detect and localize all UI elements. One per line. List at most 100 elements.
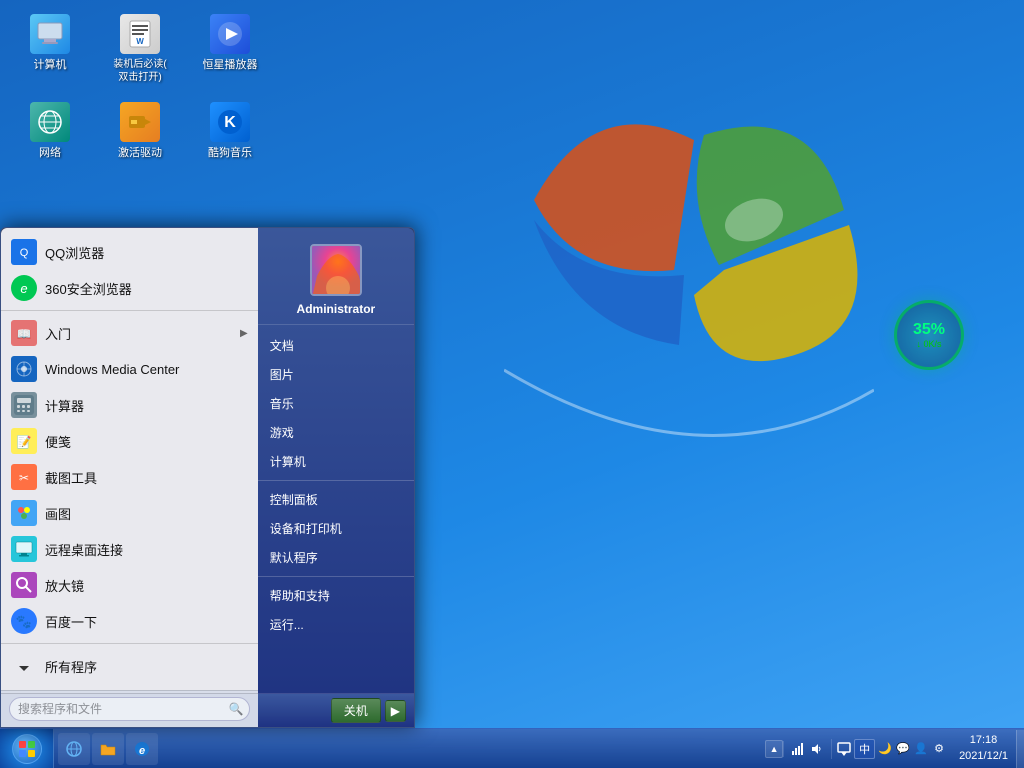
desktop: 计算机 W 装机后必读( 双击打开) 恒星播放器 网络 激活驱动 bbox=[0, 0, 1024, 768]
readme-label: 装机后必读( 双击打开) bbox=[113, 58, 166, 84]
readme-icon-img: W bbox=[120, 14, 160, 54]
start-divider-2 bbox=[1, 643, 258, 644]
rdp-label: 远程桌面连接 bbox=[45, 540, 248, 559]
start-right-games[interactable]: 游戏 bbox=[258, 418, 414, 447]
qq-browser-icon: Q bbox=[11, 239, 37, 265]
tray-network-icon[interactable] bbox=[790, 741, 806, 757]
start-item-intro[interactable]: 📖 入门 ▶ bbox=[1, 315, 258, 351]
start-right-default-programs[interactable]: 默认程序 bbox=[258, 543, 414, 572]
right-divider-2 bbox=[258, 576, 414, 577]
svg-text:📖: 📖 bbox=[17, 327, 32, 341]
svg-text:Q: Q bbox=[20, 247, 29, 259]
user-name: Administrator bbox=[297, 302, 376, 316]
baidu-icon: 🐾 bbox=[11, 608, 37, 634]
taskbar-items: e bbox=[54, 733, 765, 765]
ime-moon-icon[interactable]: 🌙 bbox=[877, 741, 893, 757]
svg-text:e: e bbox=[20, 281, 27, 296]
show-desktop-button[interactable] bbox=[1016, 730, 1024, 768]
desktop-icons: 计算机 W 装机后必读( 双击打开) 恒星播放器 网络 激活驱动 bbox=[10, 10, 270, 164]
360-browser-label: 360安全浏览器 bbox=[45, 279, 248, 298]
sticky-icon: 📝 bbox=[11, 428, 37, 454]
desktop-icon-driver[interactable]: 激活驱动 bbox=[100, 98, 180, 164]
all-programs-icon bbox=[11, 653, 37, 679]
svg-text:🐾: 🐾 bbox=[16, 614, 32, 629]
start-item-qq-browser[interactable]: Q QQ浏览器 bbox=[1, 234, 258, 270]
magnifier-label: 放大镜 bbox=[45, 576, 248, 595]
start-right-run[interactable]: 运行... bbox=[258, 610, 414, 639]
ime-area: 中 🌙 💬 👤 ⚙ bbox=[831, 739, 951, 759]
perf-percent: 35% bbox=[913, 321, 945, 339]
start-item-all-programs[interactable]: 所有程序 bbox=[1, 648, 258, 684]
start-item-rdp[interactable]: 远程桌面连接 bbox=[1, 531, 258, 567]
start-right-devices[interactable]: 设备和打印机 bbox=[258, 514, 414, 543]
perf-widget[interactable]: 35% ↓ 0K/s bbox=[894, 300, 964, 370]
desktop-icon-readme[interactable]: W 装机后必读( 双击打开) bbox=[100, 10, 180, 88]
svg-text:K: K bbox=[224, 114, 236, 131]
svg-text:W: W bbox=[136, 37, 144, 46]
ime-settings-icon[interactable]: ⚙ bbox=[931, 741, 947, 757]
qq-browser-label: QQ浏览器 bbox=[45, 243, 248, 262]
start-menu: Q QQ浏览器 e 360安全浏览器 📖 入门 ▶ bbox=[0, 227, 415, 728]
start-right-computer[interactable]: 计算机 bbox=[258, 447, 414, 476]
baidu-label: 百度一下 bbox=[45, 612, 248, 631]
network-label: 网络 bbox=[39, 146, 61, 160]
desktop-icon-player[interactable]: 恒星播放器 bbox=[190, 10, 270, 88]
start-right-documents[interactable]: 文档 bbox=[258, 331, 414, 360]
wmc-icon bbox=[11, 356, 37, 382]
windows-logo bbox=[504, 90, 874, 460]
start-item-sticky[interactable]: 📝 便笺 bbox=[1, 423, 258, 459]
start-right-music[interactable]: 音乐 bbox=[258, 389, 414, 418]
ime-chinese-button[interactable]: 中 bbox=[854, 739, 875, 759]
player-label: 恒星播放器 bbox=[203, 58, 258, 72]
shutdown-arrow[interactable]: ▶ bbox=[385, 700, 406, 722]
user-avatar[interactable] bbox=[310, 244, 362, 296]
tray-volume-icon[interactable] bbox=[809, 741, 825, 757]
wmc-label: Windows Media Center bbox=[45, 362, 248, 377]
svg-text:✂: ✂ bbox=[19, 471, 29, 485]
start-right-help[interactable]: 帮助和支持 bbox=[258, 581, 414, 610]
right-divider bbox=[258, 480, 414, 481]
start-item-snip[interactable]: ✂ 截图工具 bbox=[1, 459, 258, 495]
clock-date: 2021/12/1 bbox=[959, 749, 1008, 764]
footer-left bbox=[1, 693, 258, 727]
paint-label: 画图 bbox=[45, 504, 248, 523]
footer-right: 关机 ▶ bbox=[258, 693, 414, 727]
start-item-wmc[interactable]: Windows Media Center bbox=[1, 351, 258, 387]
start-item-360-browser[interactable]: e 360安全浏览器 bbox=[1, 270, 258, 306]
start-item-magnifier[interactable]: 放大镜 bbox=[1, 567, 258, 603]
taskbar-item-folder[interactable] bbox=[92, 733, 124, 765]
start-button[interactable] bbox=[0, 729, 54, 768]
taskbar-item-ie[interactable]: e bbox=[126, 733, 158, 765]
taskbar: e ▲ 中 🌙 bbox=[0, 728, 1024, 768]
action-center-icon[interactable] bbox=[836, 741, 852, 757]
desktop-icon-kkmusic[interactable]: K 酷狗音乐 bbox=[190, 98, 270, 164]
calc-icon bbox=[11, 392, 37, 418]
driver-label: 激活驱动 bbox=[118, 146, 162, 160]
svg-text:📝: 📝 bbox=[17, 435, 32, 449]
start-item-paint[interactable]: 画图 bbox=[1, 495, 258, 531]
taskbar-item-network[interactable] bbox=[58, 733, 90, 765]
intro-label: 入门 bbox=[45, 324, 232, 343]
ime-speech-icon[interactable]: 💬 bbox=[895, 741, 911, 757]
start-right-control-panel[interactable]: 控制面板 bbox=[258, 485, 414, 514]
avatar-image bbox=[312, 246, 360, 294]
start-menu-footer: 关机 ▶ bbox=[1, 693, 414, 727]
driver-icon-img bbox=[120, 102, 160, 142]
computer-icon-img bbox=[30, 14, 70, 54]
start-item-baidu[interactable]: 🐾 百度一下 bbox=[1, 603, 258, 639]
start-item-calc[interactable]: 计算器 bbox=[1, 387, 258, 423]
paint-icon bbox=[11, 500, 37, 526]
network-icon-img bbox=[30, 102, 70, 142]
system-tray-icons bbox=[783, 741, 831, 757]
start-right-pictures[interactable]: 图片 bbox=[258, 360, 414, 389]
tray-expand-button[interactable]: ▲ bbox=[765, 740, 783, 758]
desktop-icon-network[interactable]: 网络 bbox=[10, 98, 90, 164]
shutdown-button[interactable]: 关机 bbox=[331, 698, 381, 723]
intro-arrow: ▶ bbox=[240, 328, 248, 339]
desktop-icon-computer[interactable]: 计算机 bbox=[10, 10, 90, 88]
ime-user-icon[interactable]: 👤 bbox=[913, 741, 929, 757]
svg-text:e: e bbox=[139, 745, 145, 757]
system-clock[interactable]: 17:18 2021/12/1 bbox=[951, 733, 1016, 764]
intro-icon: 📖 bbox=[11, 320, 37, 346]
clock-time: 17:18 bbox=[959, 733, 1008, 748]
